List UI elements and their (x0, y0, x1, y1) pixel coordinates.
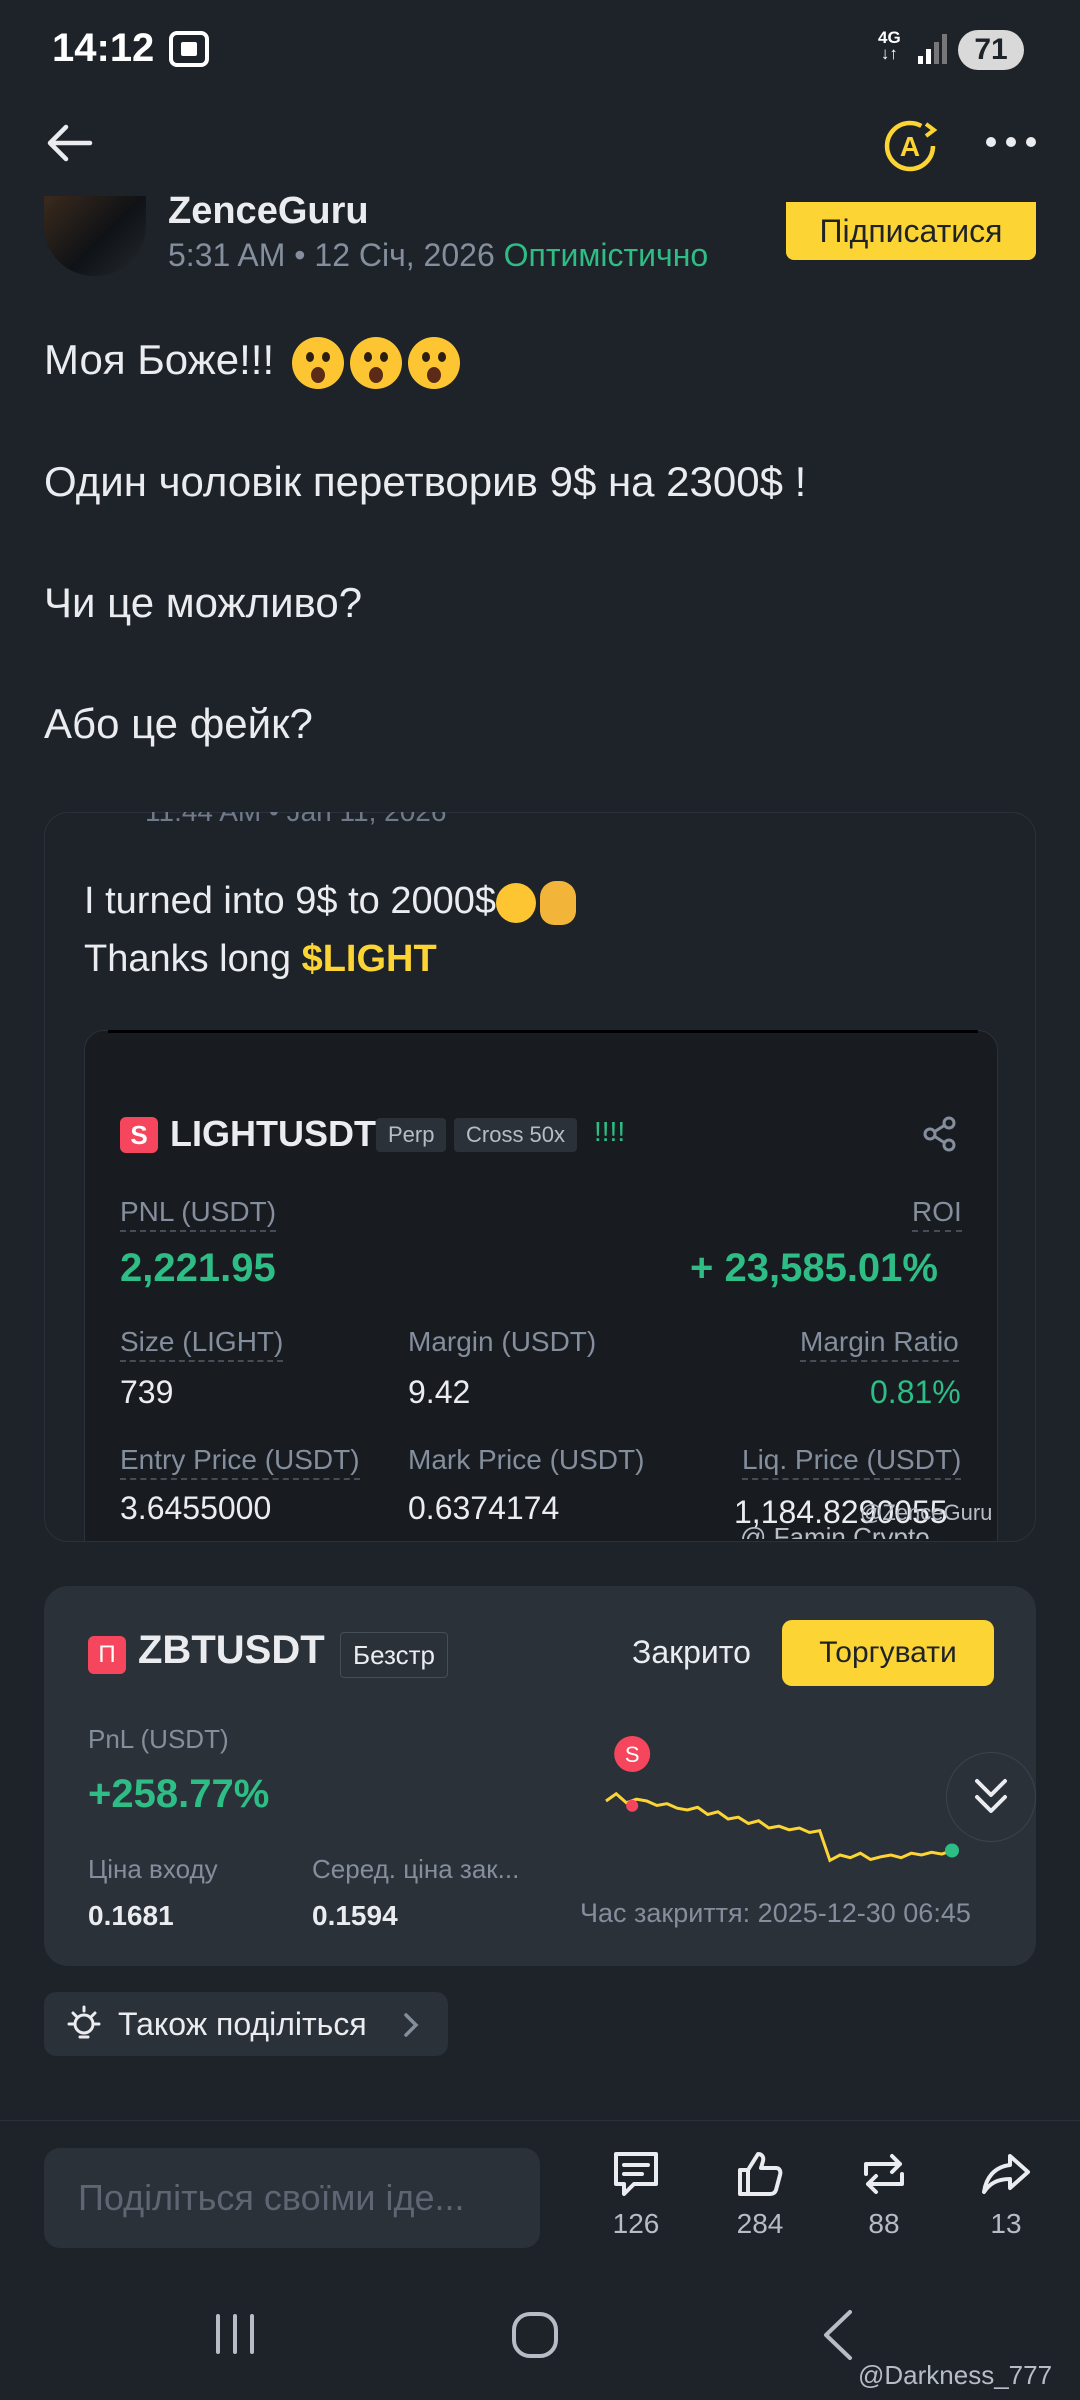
author-name[interactable]: ZenceGuru (168, 180, 369, 224)
post-meta: 5:31 AM • 12 Січ, 2026 Оптимістично (168, 237, 709, 273)
sentiment-label: Оптимістично (503, 237, 709, 273)
like-button[interactable]: 284 (720, 2148, 800, 2240)
repost-icon (864, 2154, 904, 2194)
scream-emoji-icon (291, 336, 344, 389)
system-back-icon[interactable] (820, 2308, 856, 2362)
roi-value: + 23,585.01% (690, 1246, 938, 1290)
quoted-line-1: I turned into 9$ to 2000$ (84, 880, 576, 925)
sell-marker-label: S (625, 1742, 640, 1767)
cashtag-link[interactable]: $LIGHT (302, 938, 437, 980)
post-line-2: Один чоловік перетворив 9$ на 2300$ ! (44, 458, 807, 505)
margin-label: Margin (USDT) (408, 1326, 597, 1357)
signal-icon (918, 34, 947, 64)
quoted-post-meta: 11:44 AM • Jan 11, 2026 (145, 796, 447, 827)
post-line-4: Або це фейк? (44, 700, 313, 747)
comment-input[interactable] (44, 2148, 540, 2248)
avg-close-value: 0.1594 (312, 1900, 398, 1931)
share-icon (923, 1116, 956, 1152)
share-button[interactable]: 13 (966, 2148, 1046, 2240)
perpetual-tag: Безстр (340, 1632, 448, 1678)
laughing-emoji-icon (496, 882, 536, 923)
comment-count: 126 (612, 2208, 660, 2239)
repost-count: 88 (868, 2208, 900, 2239)
promo-icon[interactable]: A (882, 116, 940, 174)
size-value: 739 (120, 1374, 174, 1410)
price-sparkline: S (605, 1736, 959, 1863)
sparkline-line (605, 1791, 953, 1863)
recent-apps-icon[interactable] (210, 2312, 260, 2356)
screenshot-icon (169, 31, 209, 67)
share-count: 13 (990, 2208, 1022, 2239)
entry-price-label: Entry Price (USDT) (120, 1444, 360, 1480)
post-line-3: Чи це можливо? (44, 579, 363, 626)
like-icon (738, 2152, 783, 2196)
network-indicator: 4G ↓↑ (878, 28, 901, 63)
pnl-value: 2,221.95 (120, 1246, 276, 1290)
watermark-secondary: @ Famin Crypto (740, 1522, 930, 1552)
avg-close-label: Серед. ціна зак... (312, 1854, 520, 1884)
perp-tag: Perp (376, 1118, 447, 1152)
chevron-double-down-icon (975, 1779, 1007, 1813)
comment-button[interactable]: 126 (596, 2148, 676, 2240)
bulb-icon (67, 2005, 101, 2039)
mark-price-label: Mark Price (USDT) (408, 1444, 645, 1475)
roi-label: ROI (912, 1196, 962, 1232)
comment-icon (614, 2152, 658, 2196)
trade-status: Закрито (632, 1634, 751, 1670)
margin-ratio-label: Margin Ratio (800, 1326, 959, 1362)
scream-emoji-icon (349, 336, 402, 389)
back-arrow-icon[interactable] (44, 118, 94, 168)
also-share-label: Також поділіться (118, 2006, 367, 2042)
trade-symbol: ZBTUSDT (138, 1628, 325, 1672)
screenshot-top-edge (108, 1030, 978, 1033)
entry-label: Ціна входу (88, 1854, 218, 1884)
trade-pnl-value: +258.77% (88, 1772, 270, 1816)
chevron-right-icon (404, 2013, 419, 2037)
subscribe-button[interactable]: Підписатися (786, 202, 1036, 260)
more-icon[interactable] (984, 130, 1038, 154)
pnl-label: PNL (USDT) (120, 1196, 277, 1232)
liq-price-label: Liq. Price (USDT) (742, 1444, 962, 1480)
repost-button[interactable]: 88 (844, 2148, 924, 2240)
footer-watermark: @Darkness_777 (858, 2360, 1053, 2390)
mark-price-value: 0.6374174 (408, 1490, 560, 1526)
position-symbol: LIGHTUSDT (170, 1113, 376, 1154)
exit-dot (945, 1843, 959, 1858)
entry-value: 0.1681 (88, 1900, 174, 1931)
status-time: 14:12 (52, 26, 155, 70)
trade-pnl-label: PnL (USDT) (88, 1724, 229, 1754)
scream-emoji-icon (407, 336, 460, 389)
like-count: 284 (736, 2208, 784, 2239)
quoted-line-2: Thanks long $LIGHT (84, 938, 437, 980)
svg-text:A: A (900, 131, 920, 162)
margin-ratio-value: 0.81% (870, 1374, 961, 1410)
ok-hand-emoji-icon (540, 880, 576, 925)
close-time: Час закриття: 2025-12-30 06:45 (580, 1898, 971, 1928)
entry-price-value: 3.6455000 (120, 1490, 272, 1526)
position-marks: !!!! (594, 1116, 626, 1147)
trade-button[interactable]: Торгувати (782, 1620, 994, 1686)
position-badge: П (88, 1636, 126, 1674)
leverage-tag: Cross 50x (454, 1118, 578, 1152)
entry-dot (626, 1799, 639, 1812)
share-arrow-icon (982, 2154, 1030, 2194)
margin-value: 9.42 (408, 1374, 471, 1410)
battery-indicator: 71 (958, 30, 1024, 70)
short-badge: S (120, 1117, 158, 1153)
post-line-1: Моя Боже!!! (44, 336, 460, 389)
size-label: Size (LIGHT) (120, 1326, 284, 1362)
scroll-down-button[interactable] (946, 1752, 1036, 1842)
home-icon[interactable] (510, 2310, 560, 2360)
avatar[interactable] (44, 196, 146, 276)
